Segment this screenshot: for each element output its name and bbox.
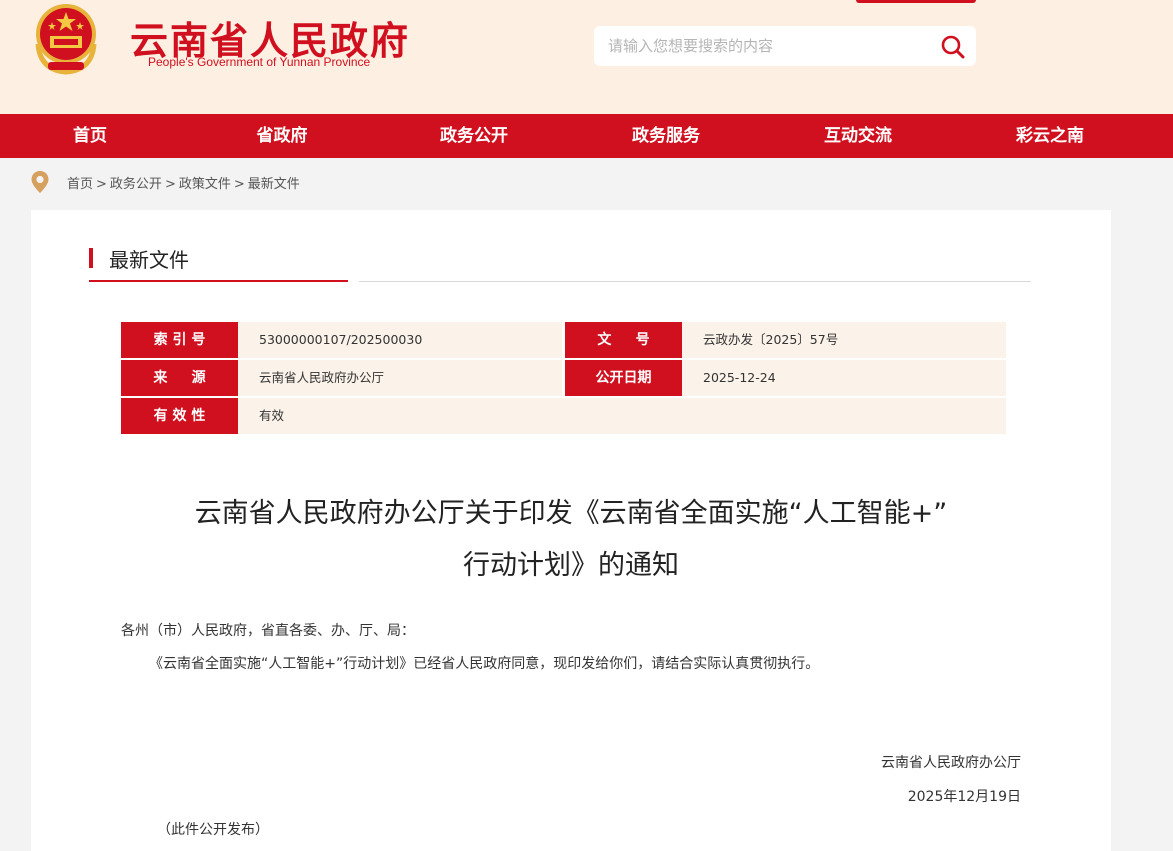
nav-item-government-affairs-disclosure[interactable]: 政务公开 [404, 114, 544, 158]
breadcrumb-government-affairs[interactable]: 政务公开 [110, 177, 162, 192]
content-card: 最新文件 索 引 号 53000000107/202500030 文 号 云政办… [31, 210, 1111, 851]
search-input[interactable] [608, 26, 928, 66]
top-accent-tab[interactable] [856, 0, 976, 3]
breadcrumb-separator: > [96, 177, 107, 192]
meta-label-validity: 有 效 性 [121, 398, 244, 434]
publish-note: （此件公开发布） [157, 822, 269, 838]
section-header: 最新文件 [89, 242, 1031, 282]
document-title: 云南省人民政府办公厅关于印发《云南省全面实施“人工智能+” 行动计划》的通知 [91, 488, 1051, 592]
breadcrumb-policy-documents[interactable]: 政策文件 [179, 177, 231, 192]
site-header: 云南省人民政府 People's Government of Yunnan Pr… [0, 0, 1173, 114]
section-accent-bar [89, 248, 93, 268]
breadcrumb-home[interactable]: 首页 [67, 177, 93, 192]
search-icon[interactable] [940, 34, 966, 60]
document-body: 《云南省全面实施“人工智能+”行动计划》已经省人民政府同意，现印发给你们，请结合… [149, 656, 820, 672]
meta-value-source: 云南省人民政府办公厅 [238, 360, 562, 396]
nav-item-government-services[interactable]: 政务服务 [596, 114, 736, 158]
national-emblem-icon[interactable] [30, 0, 102, 76]
document-title-line-1: 云南省人民政府办公厅关于印发《云南省全面实施“人工智能+” [194, 498, 948, 529]
nav-item-provincial-government[interactable]: 省政府 [212, 114, 352, 158]
main-nav: 首页 省政府 政务公开 政务服务 互动交流 彩云之南 [0, 114, 1173, 158]
nav-item-interaction[interactable]: 互动交流 [788, 114, 928, 158]
breadcrumb-latest-documents[interactable]: 最新文件 [248, 177, 300, 192]
meta-value-index: 53000000107/202500030 [238, 322, 562, 358]
breadcrumb-separator: > [164, 177, 176, 192]
meta-row: 有 效 性 有效 [121, 398, 1006, 434]
meta-value-docno: 云政办发〔2025〕57号 [682, 322, 1006, 358]
document-title-line-2: 行动计划》的通知 [463, 550, 679, 581]
location-pin-icon [30, 170, 50, 194]
breadcrumb-trail: 首页 > 政务公开 > 政策文件 > 最新文件 [67, 173, 300, 192]
meta-value-validity: 有效 [238, 398, 1006, 434]
nav-item-home[interactable]: 首页 [20, 114, 160, 158]
meta-label-index: 索 引 号 [121, 322, 244, 358]
meta-row: 索 引 号 53000000107/202500030 文 号 云政办发〔202… [121, 322, 1006, 358]
nav-item-colorful-yunnan[interactable]: 彩云之南 [980, 114, 1120, 158]
meta-value-pubdate: 2025-12-24 [682, 360, 1006, 396]
meta-label-pubdate: 公开日期 [565, 360, 688, 396]
breadcrumb-separator: > [233, 177, 245, 192]
meta-label-docno: 文 号 [565, 322, 688, 358]
site-subtitle: People's Government of Yunnan Province [148, 55, 371, 69]
document-date: 2025年12月19日 [907, 789, 1021, 805]
document-salutation: 各州（市）人民政府，省直各委、办、厅、局： [121, 623, 415, 639]
meta-row: 来 源 云南省人民政府办公厅 公开日期 2025-12-24 [121, 360, 1006, 396]
section-title: 最新文件 [109, 248, 189, 272]
meta-label-source: 来 源 [121, 360, 244, 396]
section-divider-red [89, 280, 348, 282]
document-signer: 云南省人民政府办公厅 [881, 755, 1021, 771]
section-divider-gray [359, 280, 1031, 282]
search-box [594, 26, 976, 66]
